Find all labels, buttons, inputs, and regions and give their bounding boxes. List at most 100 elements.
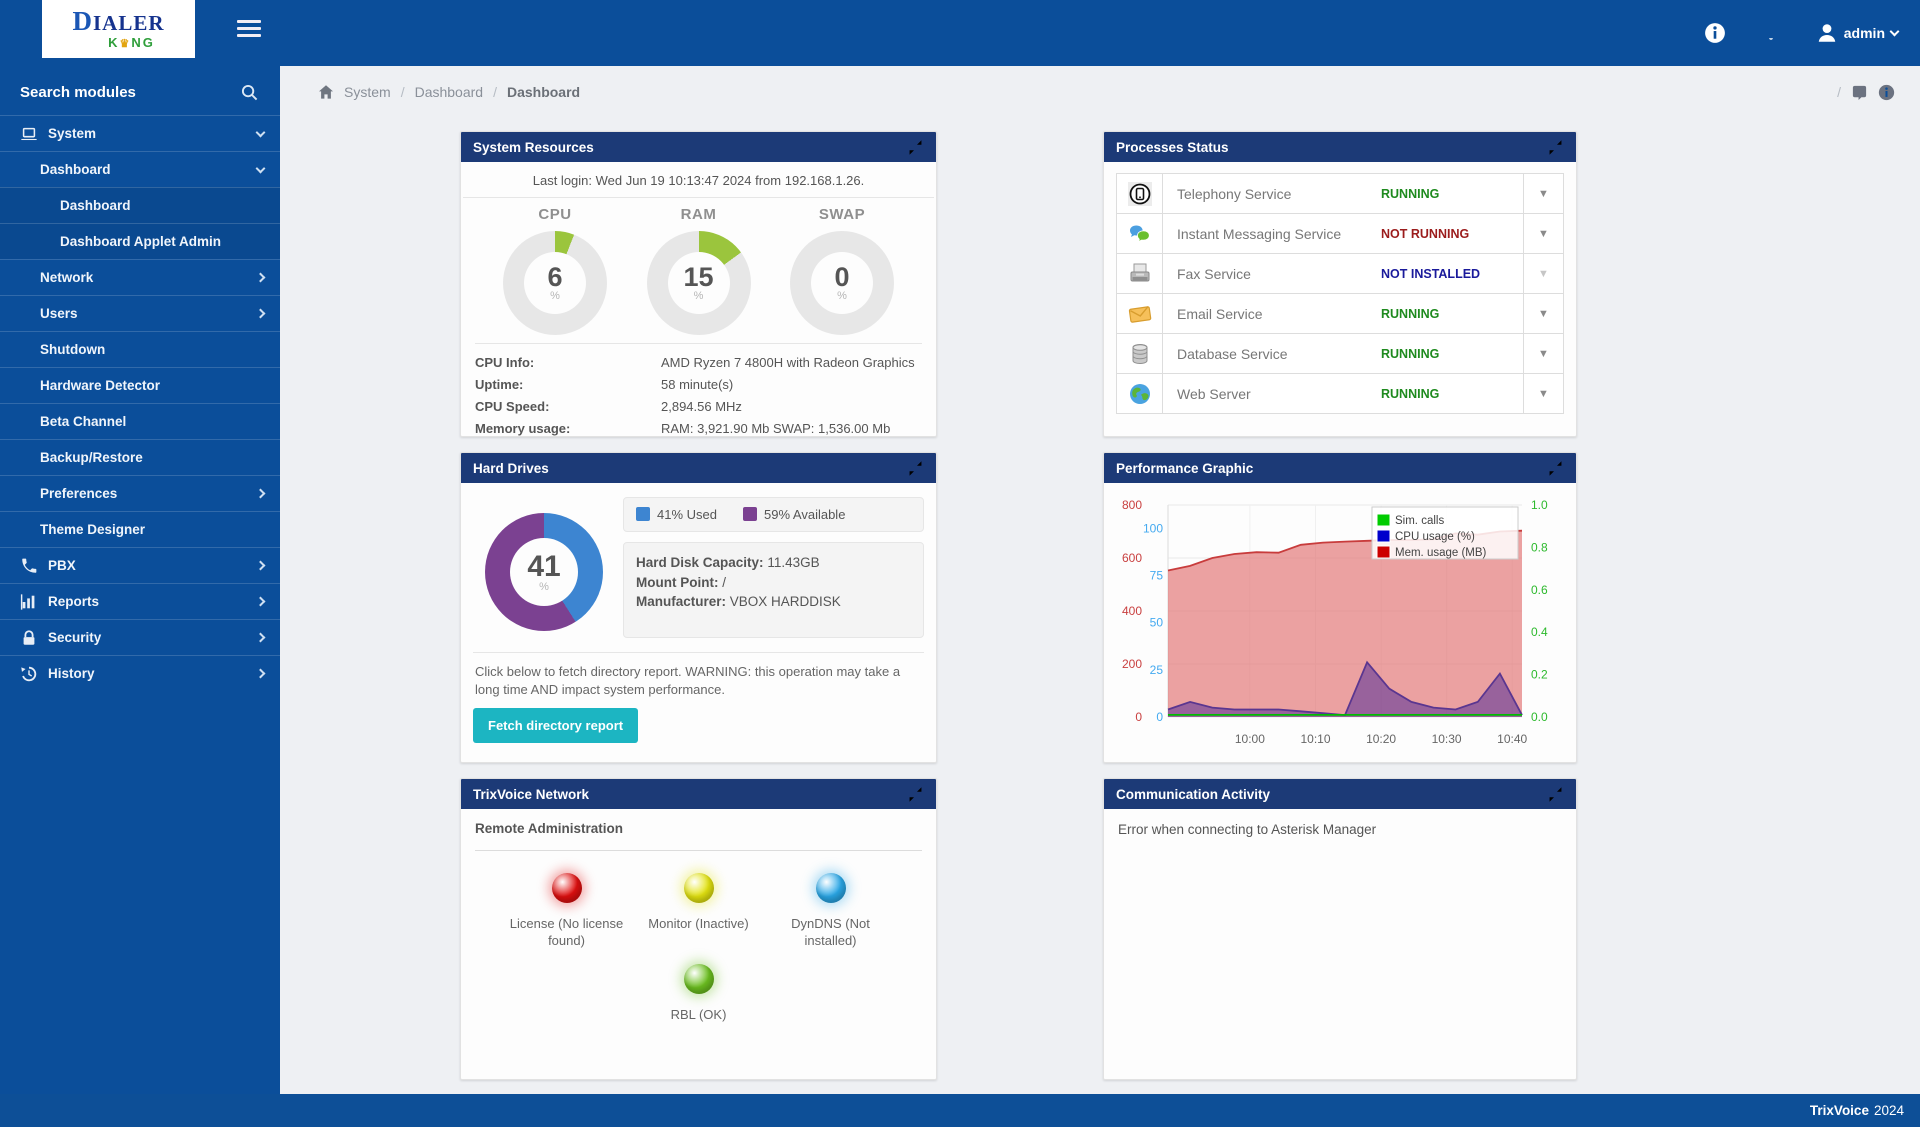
- breadcrumb: System / Dashboard / Dashboard: [318, 84, 580, 100]
- header-actions: admin: [1704, 0, 1898, 66]
- ram-gauge: RAM 15%: [647, 206, 751, 335]
- refresh-icon[interactable]: [1547, 460, 1564, 477]
- breadcrumb-actions: /: [1837, 84, 1895, 101]
- chevron-down-icon: [256, 163, 266, 173]
- panel-header: Processes Status: [1104, 132, 1576, 162]
- dropdown-caret-button[interactable]: ▼: [1523, 294, 1563, 333]
- monitor-status: Monitor (Inactive): [633, 873, 765, 950]
- refresh-icon[interactable]: [907, 139, 924, 156]
- sidebar-item-beta-channel[interactable]: Beta Channel: [0, 403, 280, 439]
- rbl-status: RBL (OK): [633, 964, 765, 1024]
- sidebar-item-pbx[interactable]: PBX: [0, 547, 280, 583]
- disk-legend: 41% Used 59% Available: [623, 497, 924, 532]
- svg-text:200: 200: [1122, 657, 1142, 671]
- sidebar-item-security[interactable]: Security: [0, 619, 280, 655]
- refresh-icon[interactable]: [1547, 139, 1564, 156]
- panel-title: System Resources: [473, 140, 594, 155]
- status-led-row: License (No license found) Monitor (Inac…: [475, 873, 922, 950]
- status-badge: NOT RUNNING: [1381, 214, 1523, 253]
- sidebar-item-network[interactable]: Network: [0, 259, 280, 295]
- disk-info-box: Hard Disk Capacity: 11.43GB Mount Point:…: [623, 542, 924, 638]
- panel-title: Communication Activity: [1116, 787, 1270, 802]
- panel-header: Performance Graphic: [1104, 453, 1576, 483]
- page-info-icon[interactable]: [1878, 84, 1895, 101]
- user-menu[interactable]: admin: [1816, 22, 1898, 44]
- process-row-email: Email Service RUNNING ▼: [1116, 293, 1564, 334]
- logo-text-dialer: DDIALERIALER: [72, 8, 164, 35]
- dropdown-caret-button[interactable]: ▼: [1523, 254, 1563, 293]
- svg-text:50: 50: [1150, 616, 1164, 630]
- fetch-directory-report-button[interactable]: Fetch directory report: [473, 708, 638, 743]
- chevron-right-icon: [256, 597, 266, 607]
- fax-icon: [1117, 254, 1163, 293]
- dropdown-caret-button[interactable]: ▼: [1523, 334, 1563, 373]
- sidebar-item-shutdown[interactable]: Shutdown: [0, 331, 280, 367]
- red-led-icon: [552, 873, 582, 903]
- home-icon[interactable]: [318, 84, 334, 100]
- content-area: System / Dashboard / Dashboard /: [280, 66, 1920, 1094]
- svg-text:0.0: 0.0: [1531, 710, 1548, 724]
- svg-text:800: 800: [1122, 498, 1142, 512]
- sidebar-item-dashboard-applet-admin[interactable]: Dashboard Applet Admin: [0, 223, 280, 259]
- process-row-telephony: Telephony Service RUNNING ▼: [1116, 173, 1564, 214]
- refresh-icon[interactable]: [907, 786, 924, 803]
- sidebar-item-backup-restore[interactable]: Backup/Restore: [0, 439, 280, 475]
- available-swatch: [743, 507, 757, 521]
- svg-text:10:30: 10:30: [1432, 732, 1462, 746]
- sidebar-item-preferences[interactable]: Preferences: [0, 475, 280, 511]
- sidebar-item-theme-designer[interactable]: Theme Designer: [0, 511, 280, 547]
- svg-text:0: 0: [1156, 710, 1163, 724]
- sidebar-item-system[interactable]: System: [0, 115, 280, 151]
- sidebar-item-dashboard[interactable]: Dashboard: [0, 151, 280, 187]
- svg-text:100: 100: [1143, 521, 1163, 535]
- process-row-fax: Fax Service NOT INSTALLED ▼: [1116, 253, 1564, 294]
- status-badge: RUNNING: [1381, 294, 1523, 333]
- panel-header: Hard Drives: [461, 453, 936, 483]
- chat-icon: [1117, 214, 1163, 253]
- sidebar-item-users[interactable]: Users: [0, 295, 280, 331]
- chevron-right-icon: [256, 633, 266, 643]
- dropdown-caret-button[interactable]: ▼: [1523, 374, 1563, 413]
- info-icon[interactable]: [1704, 22, 1726, 44]
- system-info-table: CPU Info:AMD Ryzen 7 4800H with Radeon G…: [475, 343, 922, 437]
- telephony-icon: [1117, 174, 1163, 213]
- dropdown-caret-button[interactable]: ▼: [1523, 174, 1563, 213]
- chevron-right-icon: [256, 489, 266, 499]
- chevron-right-icon: [256, 309, 266, 319]
- sidebar-item-dashboard-sub[interactable]: Dashboard: [0, 187, 280, 223]
- svg-text:0.2: 0.2: [1531, 668, 1548, 682]
- breadcrumb-item[interactable]: System: [344, 84, 391, 100]
- refresh-icon[interactable]: [907, 460, 924, 477]
- panel-title: Hard Drives: [473, 461, 549, 476]
- svg-text:10:20: 10:20: [1366, 732, 1396, 746]
- status-badge: RUNNING: [1381, 374, 1523, 413]
- brand-logo[interactable]: DDIALERIALER K♛NG: [42, 0, 195, 58]
- disk-usage-donut: 41%: [485, 513, 603, 631]
- hamburger-menu-icon[interactable]: [237, 20, 261, 37]
- logo-text-king: K♛NG: [108, 36, 155, 50]
- system-resources-panel: System Resources Last login: Wed Jun 19 …: [460, 131, 937, 437]
- panel-title: Performance Graphic: [1116, 461, 1253, 476]
- lock-icon: [20, 629, 38, 647]
- bell-icon[interactable]: [1760, 22, 1782, 44]
- used-swatch: [636, 507, 650, 521]
- user-icon: [1816, 22, 1838, 44]
- breadcrumb-item[interactable]: Dashboard: [415, 84, 484, 100]
- svg-text:0.6: 0.6: [1531, 583, 1548, 597]
- chevron-down-icon: [1890, 27, 1900, 37]
- svg-text:0.8: 0.8: [1531, 540, 1548, 554]
- resource-gauges: CPU 6% RAM 15% SWAP 0%: [461, 198, 936, 335]
- sidebar-item-hardware-detector[interactable]: Hardware Detector: [0, 367, 280, 403]
- panel-title: TrixVoice Network: [473, 787, 589, 802]
- search-modules-row[interactable]: Search modules: [0, 66, 280, 115]
- yellow-led-icon: [684, 873, 714, 903]
- refresh-icon[interactable]: [1547, 786, 1564, 803]
- license-status: License (No license found): [501, 873, 633, 950]
- search-icon[interactable]: [241, 84, 258, 101]
- panel-header: TrixVoice Network: [461, 779, 936, 809]
- note-icon[interactable]: [1851, 84, 1868, 101]
- dropdown-caret-button[interactable]: ▼: [1523, 214, 1563, 253]
- sidebar-item-history[interactable]: History: [0, 655, 280, 691]
- sidebar-item-reports[interactable]: Reports: [0, 583, 280, 619]
- communication-activity-panel: Communication Activity Error when connec…: [1103, 778, 1577, 1080]
